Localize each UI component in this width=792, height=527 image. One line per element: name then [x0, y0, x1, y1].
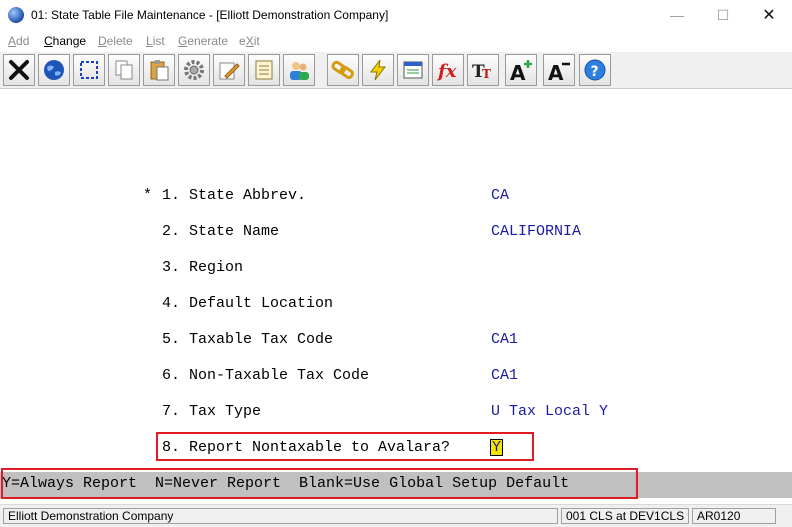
- status-company: Elliott Demonstration Company: [3, 508, 558, 524]
- svg-text:?: ?: [591, 64, 599, 80]
- current-field-marker: *: [143, 187, 153, 204]
- menu-generate[interactable]: Generate: [178, 34, 228, 48]
- globe-icon: [44, 60, 64, 80]
- field-label-state-abbrev: 1. State Abbrev.: [162, 187, 307, 204]
- help-icon: ?: [584, 59, 606, 81]
- users-icon: [290, 62, 309, 80]
- status-bar: Elliott Demonstration Company 001 CLS at…: [0, 504, 792, 527]
- notes-icon: [255, 60, 273, 80]
- paste-button[interactable]: [143, 54, 175, 86]
- field-value-taxable-tax-code[interactable]: CA1: [491, 331, 518, 349]
- copy-button[interactable]: [108, 54, 140, 86]
- menu-bar: Add Change Delete List Generate eXit: [0, 31, 792, 51]
- text-size-icon: TT: [472, 62, 491, 82]
- links-icon: [331, 60, 354, 80]
- svg-text:T: T: [482, 67, 491, 81]
- function-button[interactable]: fx: [432, 54, 464, 86]
- menu-change[interactable]: Change: [44, 34, 86, 48]
- svg-text:A: A: [548, 61, 564, 82]
- status-session: 001 CLS at DEV1CLS: [561, 508, 689, 524]
- field-label-taxable-tax-code: 5. Taxable Tax Code: [162, 331, 334, 348]
- app-globe-icon: [8, 7, 24, 23]
- field-value-tax-type[interactable]: U Tax Local Y: [491, 403, 608, 421]
- svg-text:A: A: [510, 61, 526, 82]
- help-button[interactable]: ?: [579, 54, 611, 86]
- maximize-button[interactable]: ☐: [700, 0, 746, 31]
- field-label-default-location: 4. Default Location: [162, 295, 334, 312]
- copy-icon: [115, 60, 133, 80]
- field-label-report-nontaxable: 8. Report Nontaxable to Avalara?: [162, 439, 451, 456]
- field-label-tax-type: 7. Tax Type: [162, 403, 262, 420]
- window-title: 01: State Table File Maintenance - [Elli…: [31, 8, 389, 22]
- field-label-state-name: 2. State Name: [162, 223, 280, 240]
- field-value-state-name[interactable]: CALIFORNIA: [491, 223, 581, 241]
- font-increase-button[interactable]: A: [505, 54, 537, 86]
- cursor-value[interactable]: Y: [490, 439, 504, 456]
- paste-icon: [150, 60, 169, 81]
- window-button[interactable]: [397, 54, 429, 86]
- minimize-button[interactable]: —: [654, 0, 700, 31]
- field-label-non-taxable-tax-code: 6. Non-Taxable Tax Code: [162, 367, 370, 384]
- menu-exit[interactable]: eXit: [239, 34, 260, 48]
- field-value-state-abbrev[interactable]: CA: [491, 187, 509, 205]
- toolbar: fx TT A A ?: [0, 52, 792, 89]
- window-icon: [403, 61, 423, 79]
- select-button[interactable]: [73, 54, 105, 86]
- function-fx-icon: fx: [436, 61, 457, 82]
- text-size-button[interactable]: TT: [467, 54, 499, 86]
- lightning-button[interactable]: [362, 54, 394, 86]
- close-button[interactable]: ✕: [746, 0, 792, 31]
- font-increase-icon: A: [510, 60, 532, 82]
- menu-add[interactable]: Add: [8, 34, 29, 48]
- users-button[interactable]: [283, 54, 315, 86]
- field-input-report-nontaxable[interactable]: Y: [490, 439, 504, 457]
- menu-list[interactable]: List: [146, 34, 165, 48]
- notes-button[interactable]: [248, 54, 280, 86]
- links-button[interactable]: [327, 54, 359, 86]
- field-label-region: 3. Region: [162, 259, 244, 276]
- close-x-icon: [9, 60, 29, 80]
- highlight-box-help-line: [1, 468, 638, 499]
- select-icon: [80, 61, 98, 79]
- settings-gear-icon: [184, 60, 204, 80]
- settings-button[interactable]: [178, 54, 210, 86]
- menu-delete[interactable]: Delete: [98, 34, 133, 48]
- edit-pencil-icon: [219, 62, 240, 80]
- title-bar: 01: State Table File Maintenance - [Elli…: [0, 0, 792, 31]
- status-program: AR0120: [692, 508, 776, 524]
- font-decrease-button[interactable]: A: [543, 54, 575, 86]
- edit-button[interactable]: [213, 54, 245, 86]
- close-x-button[interactable]: [3, 54, 35, 86]
- lightning-icon: [370, 59, 387, 81]
- globe-button[interactable]: [38, 54, 70, 86]
- field-value-non-taxable-tax-code[interactable]: CA1: [491, 367, 518, 385]
- svg-text:fx: fx: [436, 61, 457, 82]
- font-decrease-icon: A: [548, 61, 570, 82]
- form-area: [0, 89, 792, 471]
